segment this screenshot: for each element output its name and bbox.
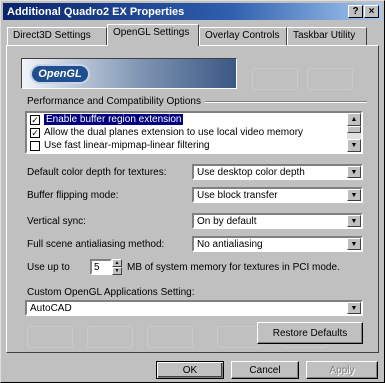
color-depth-label: Default color depth for textures: bbox=[27, 167, 167, 178]
properties-dialog: Additional Quadro2 EX Properties ? × Dir… bbox=[0, 0, 385, 383]
spin-up-icon[interactable]: ▲ bbox=[112, 259, 122, 267]
scroll-up-arrow-icon[interactable]: ▲ bbox=[347, 113, 361, 126]
performance-options-list[interactable]: ✓ Enable buffer region extension ✓ Allow… bbox=[25, 111, 363, 154]
memory-spinner[interactable]: ▲ ▼ bbox=[112, 259, 122, 275]
checkbox-checked[interactable]: ✓ bbox=[30, 127, 40, 138]
dropdown-arrow-icon[interactable]: ▼ bbox=[347, 189, 361, 201]
option-label: Allow the dual planes extension to use l… bbox=[44, 127, 304, 138]
group-divider bbox=[204, 100, 367, 103]
option-label: Enable buffer region extension bbox=[44, 114, 184, 125]
tab-direct3d[interactable]: Direct3D Settings bbox=[7, 27, 107, 45]
memory-prefix-label: Use up to bbox=[27, 262, 70, 273]
custom-app-value: AutoCAD bbox=[30, 302, 72, 314]
list-item[interactable]: ✓ Allow the dual planes extension to use… bbox=[27, 126, 347, 139]
list-item[interactable]: ✓ Enable buffer region extension bbox=[27, 113, 347, 126]
apply-button[interactable]: Apply bbox=[306, 361, 378, 379]
opengl-logo: OpenGL bbox=[30, 64, 90, 84]
dropdown-arrow-icon[interactable]: ▼ bbox=[347, 238, 361, 250]
ok-button[interactable]: OK bbox=[156, 361, 224, 379]
spin-down-icon[interactable]: ▼ bbox=[112, 267, 122, 275]
scroll-down-arrow-icon[interactable]: ▼ bbox=[347, 139, 361, 152]
performance-group-title: Performance and Compatibility Options bbox=[27, 96, 201, 107]
vsync-select[interactable]: On by default ▼ bbox=[192, 213, 363, 229]
apply-label: Apply bbox=[329, 364, 355, 376]
antialiasing-select[interactable]: No antialiasing ▼ bbox=[192, 236, 363, 252]
close-button[interactable]: × bbox=[364, 5, 379, 18]
memory-value: 5 bbox=[94, 261, 100, 273]
cancel-button[interactable]: Cancel bbox=[231, 361, 299, 379]
ok-label: OK bbox=[182, 364, 198, 376]
window-title: Additional Quadro2 EX Properties bbox=[7, 5, 185, 18]
opengl-logo-banner: OpenGL bbox=[21, 58, 237, 89]
cancel-label: Cancel bbox=[249, 364, 281, 376]
restore-defaults-button[interactable]: Restore Defaults bbox=[257, 322, 363, 344]
antialiasing-value: No antialiasing bbox=[197, 238, 263, 250]
dropdown-arrow-icon[interactable]: ▼ bbox=[347, 166, 361, 178]
memory-suffix-label: MB of system memory for textures in PCI … bbox=[127, 262, 340, 273]
list-scrollbar[interactable]: ▲ ▼ bbox=[347, 113, 361, 152]
buffer-flipping-label: Buffer flipping mode: bbox=[27, 190, 119, 201]
custom-settings-label: Custom OpenGL Applications Setting: bbox=[27, 287, 195, 298]
buffer-flipping-value: Use block transfer bbox=[197, 189, 278, 201]
vsync-label: Vertical sync: bbox=[27, 216, 86, 227]
tab-taskbar[interactable]: Taskbar Utility bbox=[287, 27, 367, 45]
title-bar[interactable]: Additional Quadro2 EX Properties ? × bbox=[3, 3, 382, 20]
custom-app-select[interactable]: AutoCAD ▼ bbox=[25, 300, 363, 316]
checkbox-unchecked[interactable] bbox=[30, 140, 40, 151]
option-label: Use fast linear-mipmap-linear filtering bbox=[44, 140, 210, 151]
checkbox-checked[interactable]: ✓ bbox=[30, 114, 40, 125]
tab-overlay[interactable]: Overlay Controls bbox=[199, 27, 287, 45]
performance-group-header: Performance and Compatibility Options bbox=[27, 96, 367, 107]
color-depth-value: Use desktop color depth bbox=[197, 166, 305, 178]
memory-spin-input[interactable]: 5 bbox=[90, 259, 112, 275]
help-button[interactable]: ? bbox=[348, 5, 363, 18]
dropdown-arrow-icon[interactable]: ▼ bbox=[347, 302, 361, 314]
color-depth-select[interactable]: Use desktop color depth ▼ bbox=[192, 164, 363, 180]
antialiasing-label: Full scene antialiasing method: bbox=[27, 239, 165, 250]
vsync-value: On by default bbox=[197, 215, 257, 227]
tab-page-opengl: OpenGL Performance and Compatibility Opt… bbox=[6, 45, 379, 353]
restore-defaults-label: Restore Defaults bbox=[272, 327, 348, 339]
dropdown-arrow-icon[interactable]: ▼ bbox=[347, 215, 361, 227]
buffer-flipping-select[interactable]: Use block transfer ▼ bbox=[192, 187, 363, 203]
scroll-thumb[interactable] bbox=[347, 126, 361, 133]
list-item[interactable]: Use fast linear-mipmap-linear filtering bbox=[27, 139, 347, 152]
tab-opengl[interactable]: OpenGL Settings bbox=[107, 24, 199, 46]
